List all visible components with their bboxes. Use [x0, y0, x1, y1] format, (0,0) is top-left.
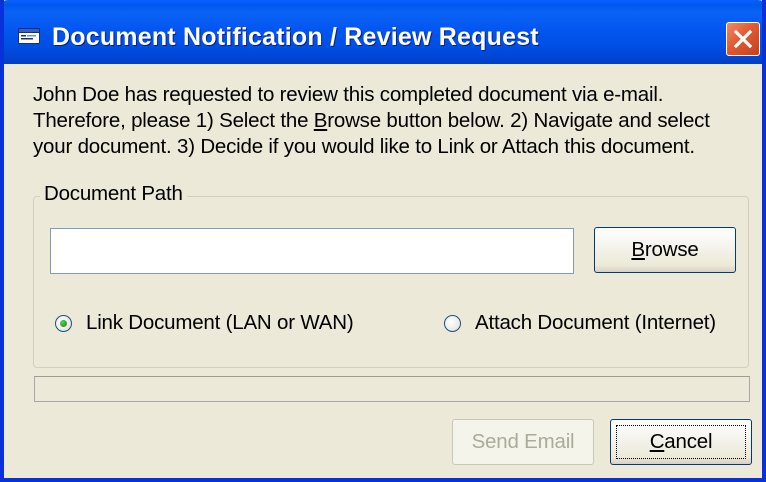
send-email-button[interactable]: Send Email	[452, 419, 594, 465]
attach-document-option[interactable]: Attach Document (Internet)	[444, 308, 716, 338]
instruction-line-1: John Doe has requested to review this co…	[33, 83, 664, 106]
instruction-line-3: your document. 3) Decide if you would li…	[33, 135, 695, 158]
cancel-button[interactable]: Cancel	[610, 419, 752, 465]
window-app-icon	[18, 28, 40, 44]
close-button[interactable]	[726, 22, 760, 56]
title-bar[interactable]: Document Notification / Review Request	[4, 0, 762, 64]
attach-document-label: Attach Document (Internet)	[475, 311, 716, 334]
link-document-radio[interactable]	[55, 314, 72, 332]
close-x-icon	[733, 29, 753, 49]
link-document-label: Link Document (LAN or WAN)	[86, 311, 354, 334]
document-path-label: Document Path	[40, 182, 187, 206]
window-title: Document Notification / Review Request	[52, 23, 539, 51]
dialog-client-area: John Doe has requested to review this co…	[4, 64, 762, 478]
document-path-input[interactable]	[50, 228, 574, 274]
attach-document-radio[interactable]	[444, 314, 461, 332]
radio-selected-dot	[60, 319, 67, 327]
instruction-text: John Doe has requested to review this co…	[33, 82, 753, 160]
instruction-line-2: Therefore, please 1) Select the Browse b…	[33, 109, 710, 132]
link-document-option[interactable]: Link Document (LAN or WAN)	[55, 308, 354, 338]
status-bar	[34, 376, 750, 402]
browse-button[interactable]: Browse	[594, 227, 736, 273]
dialog-window: Document Notification / Review Request J…	[0, 0, 766, 482]
document-path-group	[33, 196, 749, 368]
